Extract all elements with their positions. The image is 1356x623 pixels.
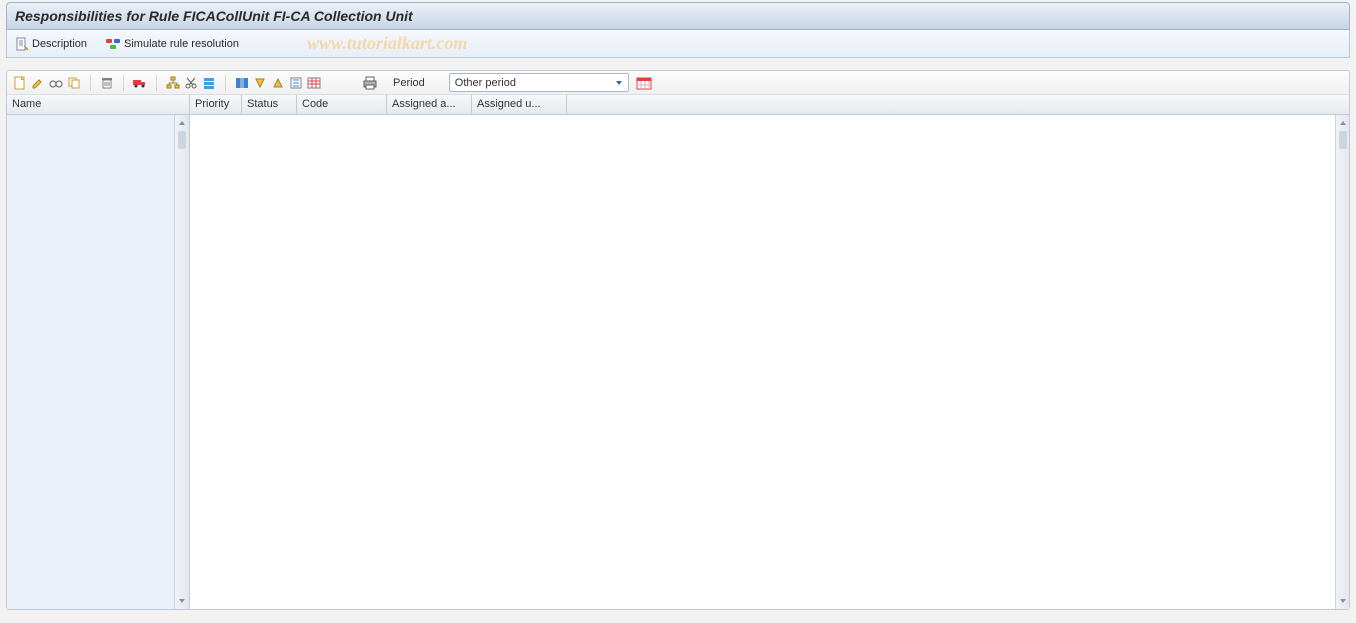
layout-button[interactable] bbox=[305, 74, 323, 92]
assign-button[interactable] bbox=[200, 74, 218, 92]
name-scrollbar[interactable] bbox=[174, 115, 189, 609]
separator bbox=[90, 75, 91, 91]
right-columns: Priority Status Code Assigned a... Assig… bbox=[190, 95, 1349, 609]
table-area: Name Priority Status C bbox=[7, 95, 1349, 609]
column-header-priority[interactable]: Priority bbox=[190, 95, 242, 114]
layout-icon bbox=[307, 76, 321, 90]
chevron-down-icon bbox=[612, 76, 626, 90]
description-label: Description bbox=[32, 38, 87, 50]
pencil-icon bbox=[31, 76, 45, 90]
content-frame: Period Other period Name bbox=[6, 70, 1350, 610]
copy-button[interactable] bbox=[65, 74, 83, 92]
cut-button[interactable] bbox=[182, 74, 200, 92]
period-picker-button[interactable] bbox=[635, 74, 653, 92]
columns-button[interactable] bbox=[233, 74, 251, 92]
document-icon bbox=[15, 37, 29, 51]
scissors-icon bbox=[184, 76, 198, 90]
display-button[interactable] bbox=[47, 74, 65, 92]
calendar-icon bbox=[636, 76, 652, 90]
stack-icon bbox=[202, 76, 216, 90]
scroll-up-icon[interactable] bbox=[1337, 117, 1349, 129]
sort-desc-button[interactable] bbox=[251, 74, 269, 92]
delete-button[interactable] bbox=[98, 74, 116, 92]
trash-icon bbox=[100, 76, 114, 90]
create-icon bbox=[13, 76, 27, 90]
column-header-name[interactable]: Name bbox=[7, 95, 189, 114]
filter-icon bbox=[289, 76, 303, 90]
period-value: Other period bbox=[455, 77, 516, 89]
glasses-icon bbox=[49, 76, 63, 90]
scroll-thumb[interactable] bbox=[178, 131, 186, 149]
scroll-down-icon[interactable] bbox=[1337, 595, 1349, 607]
watermark: www.tutorialkart.com bbox=[307, 33, 467, 54]
sort-asc-button[interactable] bbox=[269, 74, 287, 92]
scroll-up-icon[interactable] bbox=[176, 117, 188, 129]
grid-toolbar: Period Other period bbox=[7, 71, 1349, 95]
filter-button[interactable] bbox=[287, 74, 305, 92]
simulate-rule-button[interactable]: Simulate rule resolution bbox=[103, 34, 241, 54]
simulate-label: Simulate rule resolution bbox=[124, 38, 239, 50]
column-header-code[interactable]: Code bbox=[297, 95, 387, 114]
create-button[interactable] bbox=[11, 74, 29, 92]
separator bbox=[225, 75, 226, 91]
change-button[interactable] bbox=[29, 74, 47, 92]
separator bbox=[156, 75, 157, 91]
right-body bbox=[190, 115, 1349, 609]
app-toolbar: Description Simulate rule resolution www… bbox=[6, 30, 1350, 58]
truck-icon bbox=[132, 76, 148, 90]
scroll-down-icon[interactable] bbox=[176, 595, 188, 607]
description-button[interactable]: Description bbox=[13, 34, 89, 54]
print-button[interactable] bbox=[361, 74, 379, 92]
columns-icon bbox=[235, 76, 249, 90]
hierarchy-icon bbox=[166, 76, 180, 90]
transport-button[interactable] bbox=[131, 74, 149, 92]
right-scrollbar[interactable] bbox=[1335, 115, 1350, 609]
scroll-thumb[interactable] bbox=[1339, 131, 1347, 149]
titlebar: Responsibilities for Rule FICACollUnit F… bbox=[6, 2, 1350, 30]
simulate-icon bbox=[105, 37, 121, 51]
copy-icon bbox=[67, 76, 81, 90]
column-header-status[interactable]: Status bbox=[242, 95, 297, 114]
hierarchy-button[interactable] bbox=[164, 74, 182, 92]
column-header-empty bbox=[567, 95, 1349, 114]
name-column: Name bbox=[7, 95, 190, 609]
column-header-assigned-a[interactable]: Assigned a... bbox=[387, 95, 472, 114]
print-icon bbox=[362, 76, 378, 90]
sort-asc-icon bbox=[271, 76, 285, 90]
sort-desc-icon bbox=[253, 76, 267, 90]
name-body bbox=[7, 115, 189, 609]
period-label: Period bbox=[393, 77, 425, 89]
separator bbox=[123, 75, 124, 91]
column-header-assigned-u[interactable]: Assigned u... bbox=[472, 95, 567, 114]
period-dropdown[interactable]: Other period bbox=[449, 73, 629, 92]
page-title: Responsibilities for Rule FICACollUnit F… bbox=[15, 8, 413, 24]
